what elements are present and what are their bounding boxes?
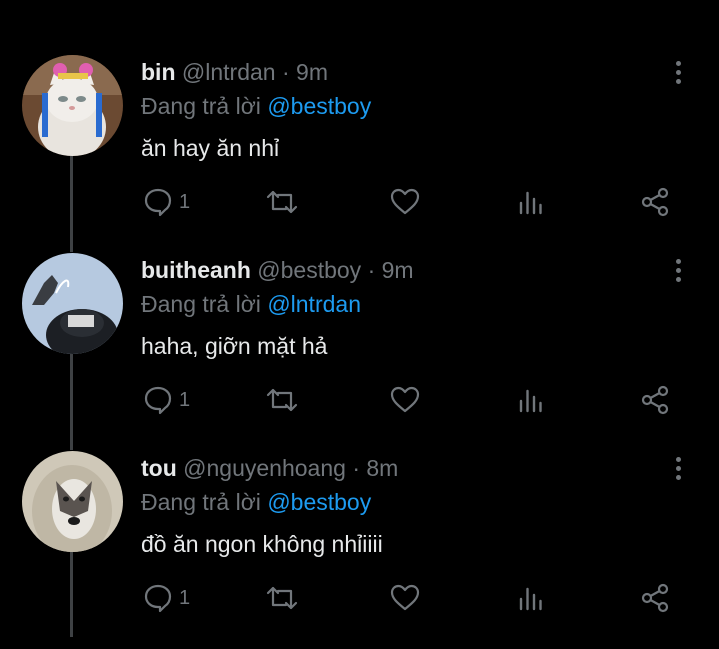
analytics-icon bbox=[519, 191, 542, 215]
reply-icon bbox=[144, 188, 172, 217]
analytics-icon bbox=[519, 587, 542, 611]
more-options-button[interactable] bbox=[664, 55, 692, 89]
tweet-text: ăn hay ăn nhỉ bbox=[141, 135, 280, 161]
user-handle[interactable]: @nguyenhoang bbox=[183, 455, 346, 481]
more-dot bbox=[675, 258, 681, 264]
like-button[interactable] bbox=[390, 383, 420, 417]
reply-count: 1 bbox=[179, 586, 191, 609]
more-dot bbox=[675, 78, 681, 84]
more-dot bbox=[675, 60, 681, 66]
timestamp[interactable]: 8m bbox=[366, 455, 398, 481]
more-dot bbox=[675, 456, 681, 462]
reply-button[interactable]: 1 bbox=[143, 581, 190, 615]
views-button[interactable] bbox=[518, 185, 544, 219]
views-button[interactable] bbox=[518, 581, 544, 615]
like-button[interactable] bbox=[390, 185, 420, 219]
share-icon bbox=[641, 187, 669, 217]
reply-icon bbox=[144, 386, 172, 415]
retweet-icon bbox=[266, 190, 298, 214]
share-button[interactable] bbox=[640, 383, 670, 417]
reply-button[interactable]: 1 bbox=[143, 383, 190, 417]
mention-link[interactable]: @bestboy bbox=[267, 93, 371, 119]
more-dot bbox=[675, 69, 681, 75]
person-avatar-icon bbox=[22, 253, 123, 354]
mention-link[interactable]: @lntrdan bbox=[267, 291, 361, 317]
timestamp[interactable]: 9m bbox=[382, 257, 414, 283]
reply-button[interactable]: 1 bbox=[143, 185, 190, 219]
display-name[interactable]: tou bbox=[141, 455, 177, 481]
reply-count: 1 bbox=[179, 190, 191, 213]
retweet-button[interactable] bbox=[265, 581, 299, 615]
husky-avatar-icon bbox=[22, 451, 123, 552]
share-icon bbox=[641, 583, 669, 613]
tweet-actions: 1 bbox=[0, 581, 719, 615]
avatar[interactable] bbox=[22, 55, 123, 156]
more-options-button[interactable] bbox=[664, 451, 692, 485]
user-handle[interactable]: @bestboy bbox=[257, 257, 361, 283]
timestamp[interactable]: 9m bbox=[296, 59, 328, 85]
reply-count: 1 bbox=[179, 388, 191, 411]
tweet-header: buitheanh @bestboy · 9m bbox=[141, 255, 414, 285]
tweet[interactable]: tou @nguyenhoang · 8m Đang trả lời @best… bbox=[0, 451, 719, 649]
share-button[interactable] bbox=[640, 185, 670, 219]
replying-to-label: Đang trả lời bbox=[141, 489, 261, 515]
more-dot bbox=[675, 465, 681, 471]
replying-to: Đang trả lời @bestboy bbox=[141, 487, 371, 517]
replying-to: Đang trả lời @bestboy bbox=[141, 91, 371, 121]
replying-to-label: Đang trả lời bbox=[141, 93, 261, 119]
tweet[interactable]: bin @lntrdan · 9m Đang trả lời @bestboy … bbox=[0, 55, 719, 253]
tweet-header: tou @nguyenhoang · 8m bbox=[141, 453, 398, 483]
retweet-icon bbox=[266, 388, 298, 412]
tweet-text: đồ ăn ngon không nhỉiiii bbox=[141, 531, 383, 557]
tweet[interactable]: buitheanh @bestboy · 9m Đang trả lời @ln… bbox=[0, 253, 719, 451]
share-icon bbox=[641, 385, 669, 415]
user-handle[interactable]: @lntrdan bbox=[182, 59, 276, 85]
cat-avatar-icon bbox=[22, 55, 123, 156]
separator-dot: · bbox=[281, 59, 290, 85]
display-name[interactable]: buitheanh bbox=[141, 257, 251, 283]
reply-icon bbox=[144, 584, 172, 613]
heart-icon bbox=[390, 188, 420, 215]
mention-link[interactable]: @bestboy bbox=[267, 489, 371, 515]
more-dot bbox=[675, 276, 681, 282]
more-options-button[interactable] bbox=[664, 253, 692, 287]
retweet-button[interactable] bbox=[265, 383, 299, 417]
display-name[interactable]: bin bbox=[141, 59, 176, 85]
tweet-actions: 1 bbox=[0, 185, 719, 219]
avatar[interactable] bbox=[22, 253, 123, 354]
analytics-icon bbox=[519, 389, 542, 413]
retweet-button[interactable] bbox=[265, 185, 299, 219]
like-button[interactable] bbox=[390, 581, 420, 615]
views-button[interactable] bbox=[518, 383, 544, 417]
avatar[interactable] bbox=[22, 451, 123, 552]
separator-dot: · bbox=[367, 257, 376, 283]
share-button[interactable] bbox=[640, 581, 670, 615]
retweet-icon bbox=[266, 586, 298, 610]
tweet-text: haha, giỡn mặt hả bbox=[141, 333, 328, 359]
tweet-actions: 1 bbox=[0, 383, 719, 417]
heart-icon bbox=[390, 584, 420, 611]
separator-dot: · bbox=[352, 455, 360, 481]
more-dot bbox=[675, 474, 681, 480]
heart-icon bbox=[390, 386, 420, 413]
replying-to: Đang trả lời @lntrdan bbox=[141, 289, 361, 319]
tweet-header: bin @lntrdan · 9m bbox=[141, 57, 328, 87]
more-dot bbox=[675, 267, 681, 273]
replying-to-label: Đang trả lời bbox=[141, 291, 261, 317]
